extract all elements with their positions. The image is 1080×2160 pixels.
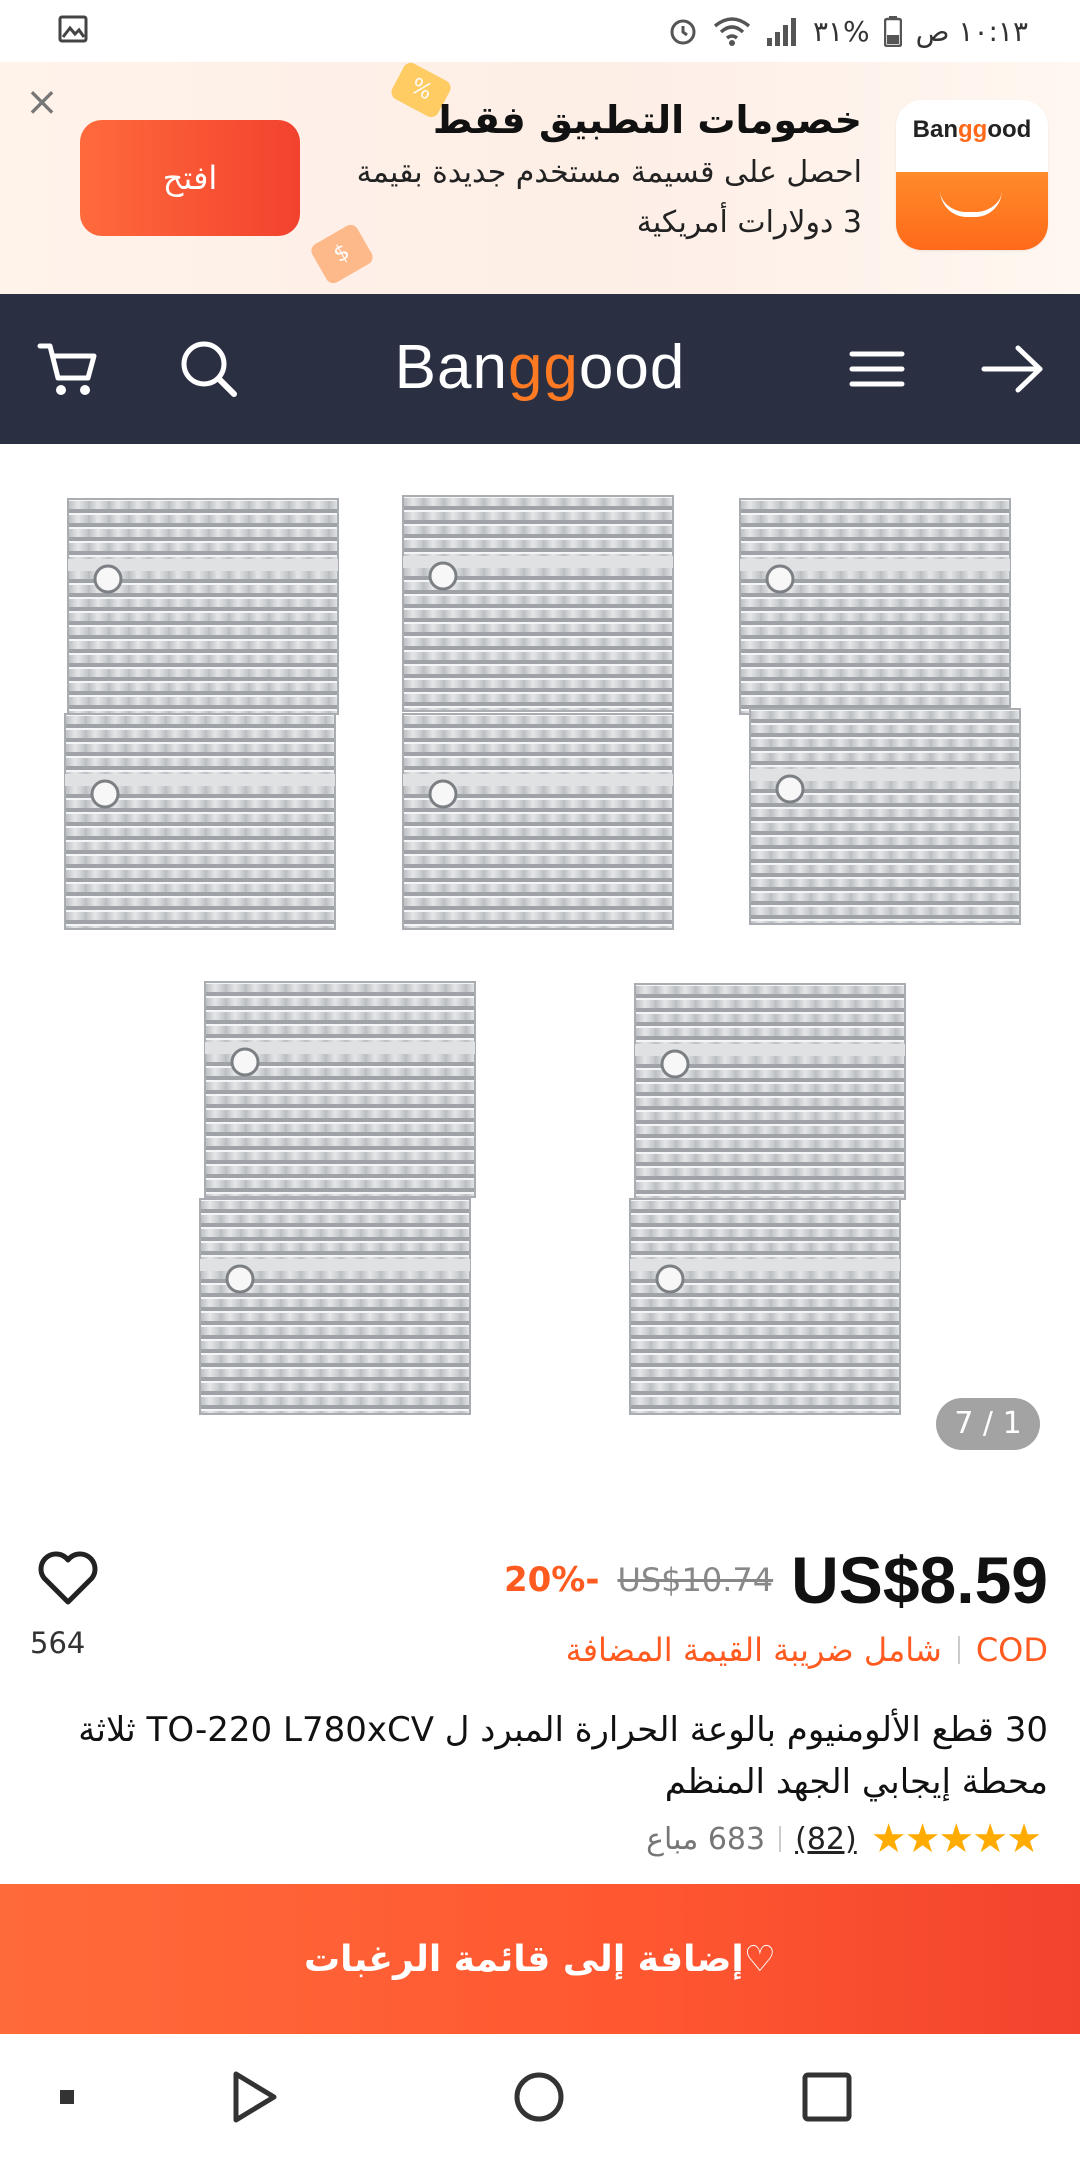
cod-tag: COD [975,1631,1048,1669]
current-price: US$8.59 [791,1543,1048,1617]
tags-row: COD شامل ضريبة القيمة المضافة [566,1626,1048,1674]
close-icon[interactable]: × [22,82,62,122]
add-to-wishlist-button[interactable]: ♡إضافة إلى قائمة الرغبات [0,1884,1080,2034]
app-logo-text: Banggood [912,116,1032,143]
wishlist-count: 564 [30,1626,86,1660]
banner-title: خصومات التطبيق فقط [432,98,862,142]
site-header: Banggood [0,294,1080,444]
search-icon[interactable] [174,334,244,404]
app-logo: Banggood [896,100,1048,250]
banggood-logo[interactable]: Banggood [390,328,690,408]
review-count-link[interactable]: (82) [795,1822,857,1857]
battery-icon [883,16,902,47]
sold-count: 683 مباع [646,1821,766,1857]
original-price: US$10.74 [617,1561,774,1599]
divider [957,1636,960,1664]
system-navigation-bar [0,2034,1080,2160]
divider [779,1826,782,1852]
heart-icon[interactable] [36,1548,100,1608]
gallery-notification-icon [58,14,88,44]
image-page-indicator: 7 / 1 [936,1398,1040,1450]
back-arrow-icon[interactable] [978,334,1048,404]
vat-included-tag: شامل ضريبة القيمة المضافة [565,1631,942,1669]
heatsink-product-photo [63,494,1022,1416]
open-app-button[interactable]: افتح [80,120,300,236]
price-row: 20%- US$10.74 US$8.59 [504,1540,1048,1620]
battery-percent: ٣١% [812,14,870,48]
alarm-icon [670,19,696,45]
status-bar: ٣١% ١٠:١٣ ص [0,0,1080,62]
app-download-banner: × % $ افتح خصومات التطبيق فقط احصل على ق… [0,62,1080,294]
product-title: 30 قطع الألومنيوم بالوعة الحرارة المبرد … [78,1710,1048,1802]
recents-icon[interactable] [796,2066,858,2128]
home-icon[interactable] [508,2066,570,2128]
discount-badge: 20%- [503,1560,600,1600]
product-image-gallery[interactable] [0,444,1080,1484]
cart-icon[interactable] [34,334,104,404]
nav-dot-icon [36,2066,98,2128]
wifi-icon [713,17,751,46]
status-right: ٣١% ١٠:١٣ ص [667,8,1028,54]
app-logo-smile [896,172,1048,250]
signal-icon [766,18,796,46]
play-icon[interactable] [222,2066,284,2128]
star-rating[interactable]: ★★★★★ [871,1816,1042,1862]
clock: ١٠:١٣ ص [915,14,1028,48]
menu-icon[interactable] [842,334,912,404]
banner-subtitle-line2: 3 دولارات أمريكية [636,205,862,240]
banner-subtitle-line1: احصل على قسيمة مستخدم جديدة بقيمة [356,155,862,190]
banner-text: خصومات التطبيق فقط احصل على قسيمة مستخدم… [302,92,862,248]
rating-row: ★★★★★ (82) 683 مباع [646,1814,1042,1864]
